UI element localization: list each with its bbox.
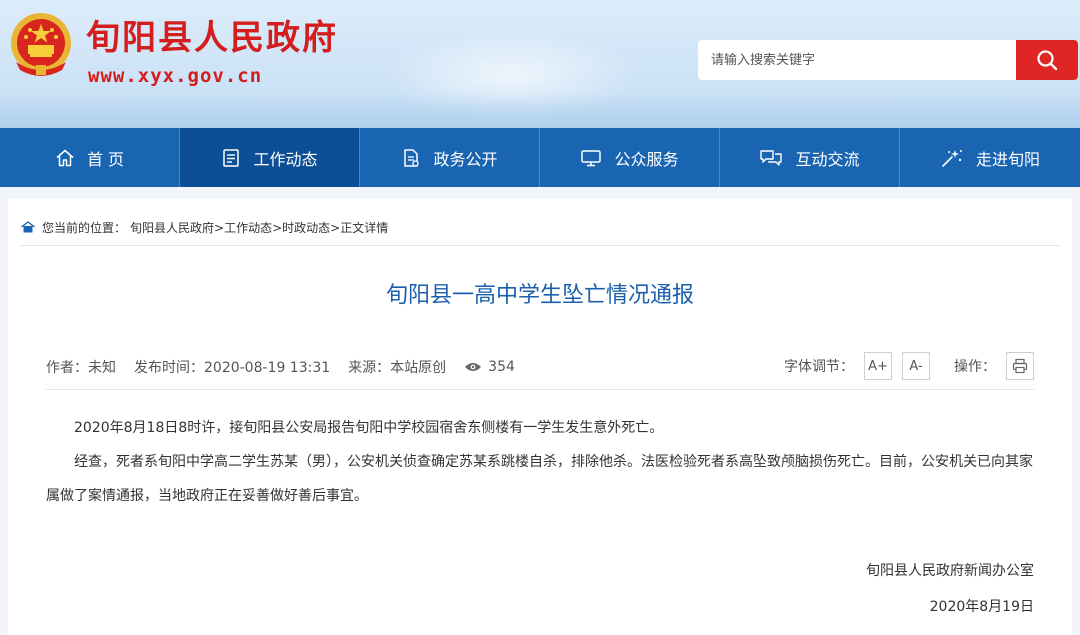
nav-label: 互动交流	[795, 149, 860, 169]
article-paragraph: 经查，死者系旬阳中学高二学生苏某（男），公安机关侦查确定苏某系跳楼自杀，排除他杀…	[46, 454, 1033, 504]
breadcrumb-work-news[interactable]: 工作动态>	[224, 219, 282, 236]
file-icon	[404, 148, 420, 167]
font-size-label: 字体调节：	[784, 359, 854, 375]
nav-label: 工作动态	[253, 149, 318, 169]
breadcrumb: 您当前的位置： 旬阳县人民政府> 工作动态> 时政动态> 正文详情	[20, 217, 388, 237]
font-decrease-button[interactable]: A-	[902, 352, 930, 380]
action-label: 操作：	[954, 359, 996, 375]
breadcrumb-current: 正文详情	[340, 220, 389, 235]
home-icon	[56, 149, 74, 166]
search-bar	[698, 40, 1078, 80]
breadcrumb-prefix: 您当前的位置：	[42, 220, 127, 235]
breadcrumb-home[interactable]: 旬阳县人民政府>	[130, 219, 224, 236]
views-count: 354	[488, 359, 515, 375]
content-panel: 您当前的位置： 旬阳县人民政府> 工作动态> 时政动态> 正文详情 旬阳县一高中…	[8, 199, 1072, 635]
nav-label: 走进旬阳	[975, 149, 1040, 169]
nav-item-work-news[interactable]: 工作动态	[180, 128, 360, 187]
article-paragraph: 2020年8月18日8时许，接旬阳县公安局报告旬阳中学校园宿舍东侧楼有一学生发生…	[74, 420, 664, 436]
article-tools: 字体调节： A+ A- 操作：	[784, 352, 1034, 380]
meta-source: 来源：本站原创	[348, 360, 447, 376]
divider	[46, 389, 1034, 390]
print-button[interactable]	[1006, 352, 1034, 380]
article-body: 2020年8月18日8时许，接旬阳县公安局报告旬阳中学校园宿舍东侧楼有一学生发生…	[46, 411, 1036, 513]
search-input[interactable]	[698, 40, 1016, 80]
nav-label: 政务公开	[433, 149, 498, 169]
breadcrumb-politics[interactable]: 时政动态>	[282, 219, 340, 236]
meta-author: 作者：未知	[46, 360, 116, 376]
article-meta: 作者：未知 发布时间：2020-08-19 13:31 来源：本站原创 354	[46, 356, 551, 378]
sparkle-icon	[942, 149, 962, 167]
meta-views: 354	[464, 359, 533, 375]
nav-item-public-service[interactable]: 公众服务	[540, 128, 720, 187]
nav-item-interaction[interactable]: 互动交流	[720, 128, 900, 187]
site-header: 旬阳县人民政府 www.xyx.gov.cn	[0, 0, 1080, 128]
nav-label: 公众服务	[614, 149, 679, 169]
eye-icon	[465, 363, 482, 371]
print-icon	[1012, 358, 1028, 374]
site-url[interactable]: www.xyx.gov.cn	[88, 64, 262, 88]
font-increase-button[interactable]: A+	[864, 352, 892, 380]
article-signature: 旬阳县人民政府新闻办公室	[866, 563, 1034, 579]
document-icon	[223, 148, 240, 167]
search-icon	[1037, 50, 1058, 71]
search-button[interactable]	[1016, 40, 1078, 80]
location-icon	[21, 221, 35, 233]
site-title[interactable]: 旬阳县人民政府	[86, 18, 338, 58]
nav-item-gov-affairs[interactable]: 政务公开	[360, 128, 540, 187]
nav-item-about-xunyang[interactable]: 走进旬阳	[900, 128, 1080, 187]
chat-icon	[760, 149, 783, 166]
nav-item-home[interactable]: 首 页	[0, 128, 180, 187]
monitor-icon	[581, 149, 602, 166]
main-nav: 首 页 工作动态 政务公开 公众服务 互动交流 走进旬阳	[0, 128, 1080, 187]
nav-label: 首 页	[86, 149, 125, 169]
national-emblem-icon[interactable]	[6, 10, 76, 80]
article-title: 旬阳县一高中学生坠亡情况通报	[385, 283, 694, 308]
meta-publish-time: 发布时间：2020-08-19 13:31	[134, 360, 331, 376]
divider	[20, 245, 1060, 246]
article-date: 2020年8月19日	[929, 599, 1034, 615]
